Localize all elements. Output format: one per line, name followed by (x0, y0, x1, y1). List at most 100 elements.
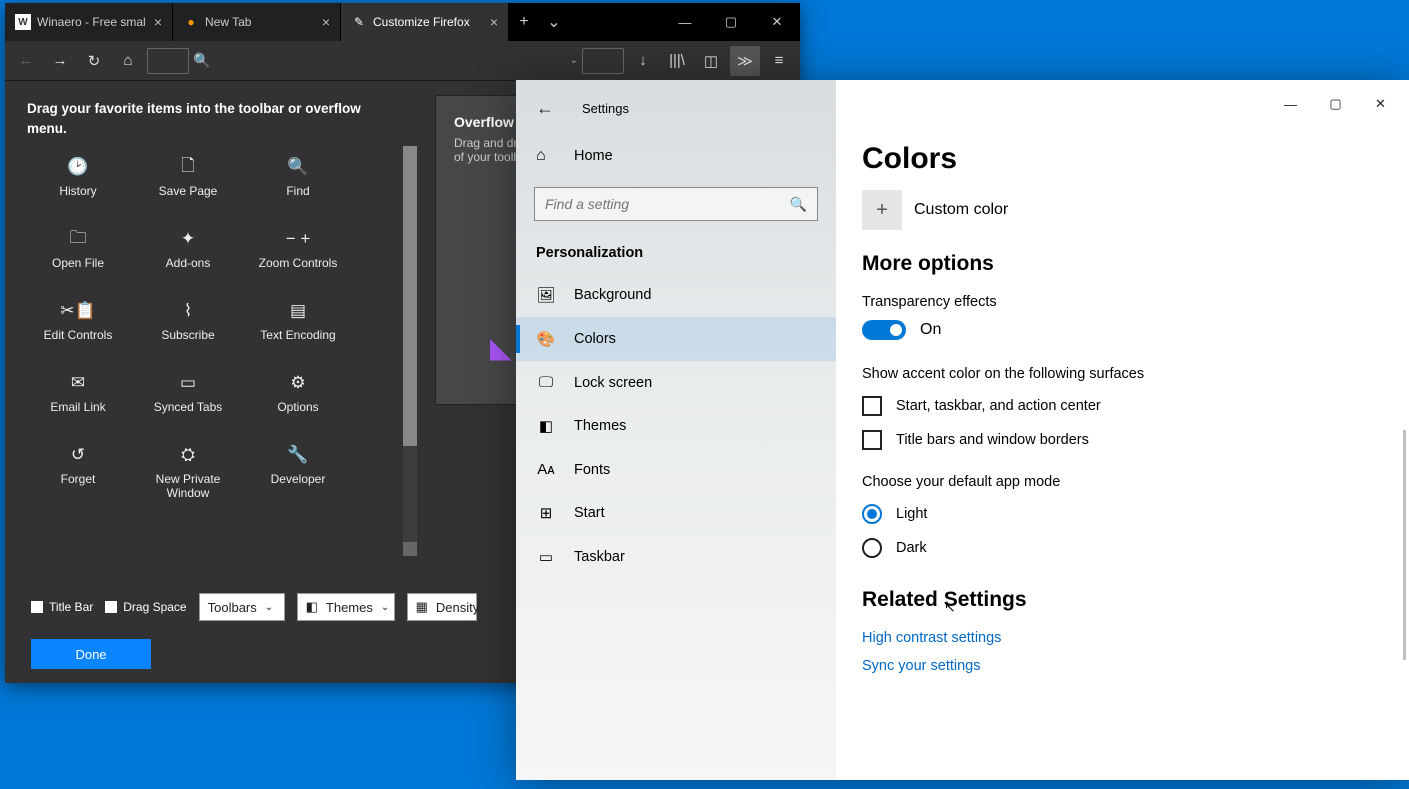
close-icon[interactable]: × (322, 14, 330, 30)
nav-start[interactable]: ⊞Start (516, 491, 836, 535)
custom-color-label: Custom color (914, 201, 1008, 219)
nav-toolbar: ← → ↻ ⌂ 🔍 ⌄ ↓ |||\ ◫ ≫ ≡ (5, 41, 800, 81)
page-title: Colors (862, 142, 1369, 176)
chevron-down-icon: ⌄ (381, 602, 389, 613)
nav-background[interactable]: 🖼Background (516, 273, 836, 317)
item-synced[interactable]: ▭Synced Tabs (133, 372, 243, 414)
checkbox-start-taskbar[interactable]: Start, taskbar, and action center (862, 396, 1369, 416)
minimize-button[interactable]: — (662, 3, 708, 41)
nav-lockscreen[interactable]: 🖵Lock screen (516, 361, 836, 404)
item-zoom[interactable]: − +Zoom Controls (243, 228, 353, 270)
minimize-button[interactable]: — (1268, 90, 1313, 118)
tab-customize[interactable]: ✎ Customize Firefox × (341, 3, 509, 41)
toolbars-dropdown[interactable]: Toolbars⌄ (199, 593, 285, 621)
forward-button[interactable]: → (45, 46, 75, 76)
item-options[interactable]: ⚙Options (243, 372, 353, 414)
reload-button[interactable]: ↻ (79, 46, 109, 76)
search-input[interactable] (545, 196, 790, 212)
done-button[interactable]: Done (31, 639, 151, 669)
item-savepage[interactable]: 🗋Save Page (133, 156, 243, 198)
item-private[interactable]: ⛭New Private Window (133, 444, 243, 500)
back-button[interactable]: ← (536, 98, 554, 119)
chevron-down-icon: ⌄ (265, 602, 273, 613)
nav-colors[interactable]: 🎨Colors (516, 317, 836, 361)
home-button[interactable]: ⌂ (113, 46, 143, 76)
zoom-icon: − + (286, 228, 311, 250)
tab-label: Winaero - Free smal (37, 15, 146, 29)
scrollbar[interactable] (403, 146, 417, 556)
close-button[interactable]: ✕ (1358, 90, 1403, 118)
radio-light[interactable]: Light (862, 504, 1369, 524)
theme-icon: ◧ (306, 599, 318, 615)
item-subscribe[interactable]: ⌇Subscribe (133, 300, 243, 342)
close-icon[interactable]: × (154, 14, 162, 30)
item-edit[interactable]: ✂📋Edit Controls (23, 300, 133, 342)
density-icon: ▦ (416, 599, 428, 615)
density-dropdown[interactable]: ▦Density (407, 593, 477, 621)
themes-dropdown[interactable]: ◧Themes⌄ (297, 593, 395, 621)
back-button[interactable]: ← (11, 46, 41, 76)
item-emaillink[interactable]: ✉Email Link (23, 372, 133, 414)
mask-icon: ⛭ (181, 444, 195, 466)
lock-icon: 🖵 (536, 374, 556, 391)
toggle-switch[interactable] (862, 320, 906, 340)
category-label: Personalization (516, 235, 836, 273)
close-icon[interactable]: × (490, 14, 498, 30)
more-options-heading: More options (862, 252, 1369, 276)
nav-themes[interactable]: ◧Themes (516, 404, 836, 448)
nav-fonts[interactable]: AᴀFonts (516, 448, 836, 491)
radio-dark[interactable]: Dark (862, 538, 1369, 558)
item-forget[interactable]: ↺Forget (23, 444, 133, 500)
search-icon: 🔍 (193, 52, 211, 69)
url-bar[interactable]: 🔍 ⌄ (193, 52, 578, 69)
taskbar-icon: ▭ (536, 548, 556, 566)
window-controls: — ▢ ✕ (1268, 90, 1403, 118)
tab-winaero[interactable]: W Winaero - Free smal × (5, 3, 173, 41)
nav-taskbar[interactable]: ▭Taskbar (516, 535, 836, 579)
content-scrollbar[interactable] (1403, 430, 1406, 660)
item-openfile[interactable]: 🗀Open File (23, 228, 133, 270)
scroll-down[interactable] (403, 542, 417, 556)
menu-button[interactable]: ≡ (764, 46, 794, 76)
drag-placeholder[interactable] (147, 48, 189, 74)
maximize-button[interactable]: ▢ (1313, 90, 1358, 118)
dragspace-checkbox[interactable]: Drag Space (105, 600, 186, 614)
link-high-contrast[interactable]: High contrast settings (862, 630, 1369, 646)
mail-icon: ✉ (71, 372, 85, 394)
library-button[interactable]: |||\ (662, 46, 692, 76)
new-tab-button[interactable]: + (509, 3, 539, 41)
titlebar-checkbox[interactable]: Title Bar (31, 600, 93, 614)
nav-home[interactable]: ⌂ Home (516, 137, 836, 175)
sidebar-button[interactable]: ◫ (696, 46, 726, 76)
custom-color-button[interactable]: + Custom color (862, 190, 1369, 230)
item-find[interactable]: 🔍Find (243, 156, 353, 198)
drag-placeholder[interactable] (582, 48, 624, 74)
item-developer[interactable]: 🔧Developer (243, 444, 353, 500)
transparency-toggle[interactable]: On (862, 320, 1369, 340)
overflow-button[interactable]: ≫ (730, 46, 760, 76)
checkbox-titlebars[interactable]: Title bars and window borders (862, 430, 1369, 450)
brush-favicon: ✎ (351, 14, 367, 30)
downloads-button[interactable]: ↓ (628, 46, 658, 76)
find-icon: 🔍 (287, 156, 308, 178)
search-box[interactable]: 🔍 (534, 187, 818, 221)
start-icon: ⊞ (536, 504, 556, 522)
settings-content: — ▢ ✕ Colors + Custom color More options… (836, 80, 1409, 780)
tab-newtab[interactable]: ● New Tab × (173, 3, 341, 41)
maximize-button[interactable]: ▢ (708, 3, 754, 41)
item-addons[interactable]: ✦Add-ons (133, 228, 243, 270)
settings-title: Settings (582, 101, 629, 116)
item-history[interactable]: 🕑History (23, 156, 133, 198)
link-sync-settings[interactable]: Sync your settings (862, 658, 1369, 674)
wrench-icon: 🔧 (287, 444, 308, 466)
plus-icon: + (862, 190, 902, 230)
chevron-down-icon[interactable]: ⌄ (570, 55, 578, 66)
firefox-favicon: ● (183, 14, 199, 30)
encoding-icon: ▤ (290, 300, 306, 322)
item-encoding[interactable]: ▤Text Encoding (243, 300, 353, 342)
tab-list-button[interactable]: ⌄ (539, 3, 569, 41)
scroll-thumb[interactable] (403, 146, 417, 446)
close-button[interactable]: ✕ (754, 3, 800, 41)
tab-label: New Tab (205, 15, 251, 29)
customize-grid: 🕑History 🗋Save Page 🔍Find 🗀Open File ✦Ad… (5, 146, 405, 510)
